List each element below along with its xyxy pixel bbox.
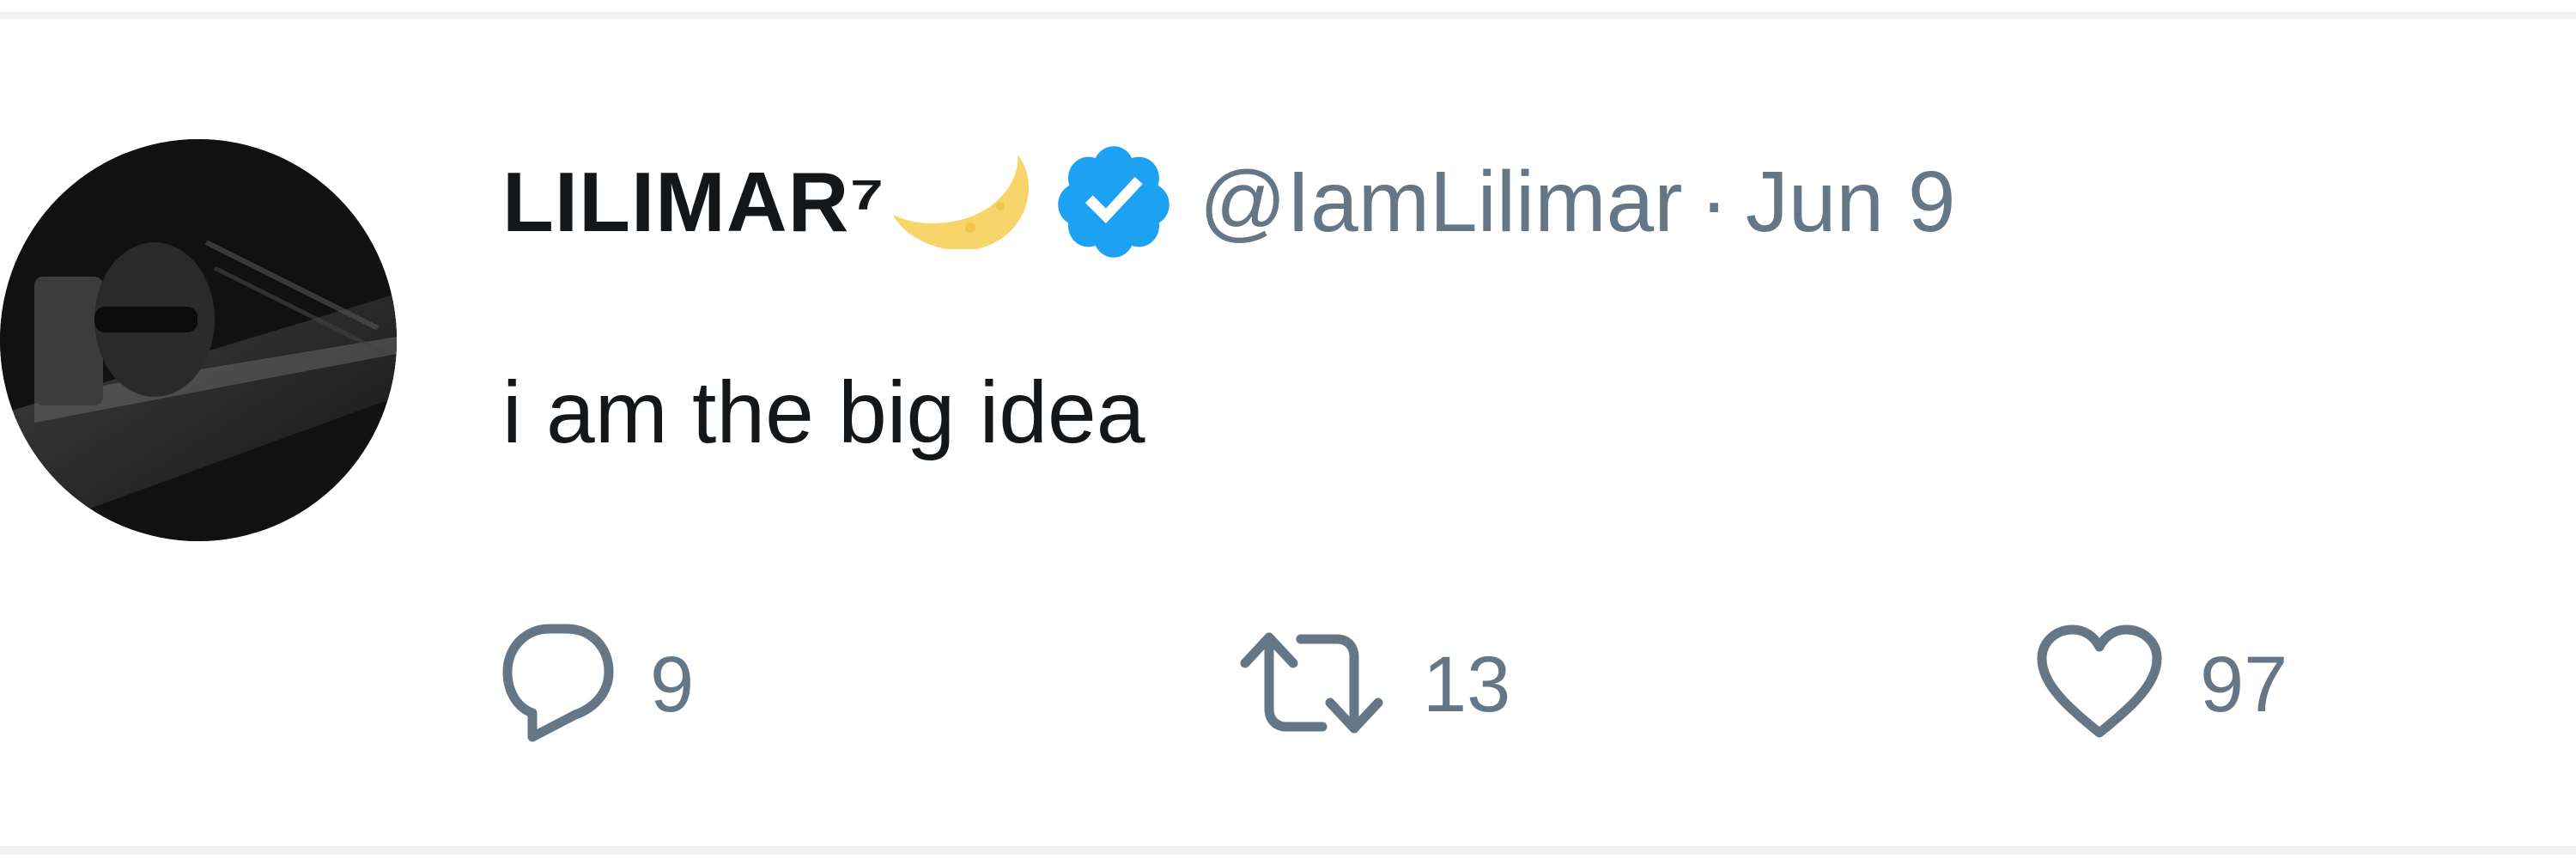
retweet-button[interactable]: 13 <box>1236 620 1510 749</box>
tweet-actions: 9 13 97 <box>502 620 2477 749</box>
retweet-icon <box>1236 627 1387 743</box>
top-divider <box>0 12 2576 19</box>
tweet-text: i am the big idea <box>502 363 1145 461</box>
reply-icon <box>502 618 614 752</box>
reply-button[interactable]: 9 <box>502 620 694 749</box>
bottom-divider <box>0 846 2576 855</box>
avatar[interactable] <box>0 139 397 541</box>
display-name[interactable]: LILIMAR⁷ <box>502 154 885 251</box>
tweet-date[interactable]: Jun 9 <box>1746 153 1956 252</box>
user-handle[interactable]: @IamLilimar <box>1200 153 1683 252</box>
page: LILIMAR⁷ @IamLilimar · Jun 9 i am the bi… <box>0 0 2576 859</box>
crescent-moon-icon <box>889 155 1043 251</box>
retweet-count: 13 <box>1423 640 1511 728</box>
like-count: 97 <box>2200 640 2288 728</box>
separator-dot: · <box>1699 153 1728 250</box>
reply-count: 9 <box>650 640 695 728</box>
tweet[interactable]: LILIMAR⁷ @IamLilimar · Jun 9 i am the bi… <box>0 19 2576 846</box>
like-button[interactable]: 97 <box>2035 620 2287 749</box>
verified-badge-icon <box>1050 138 1177 265</box>
tweet-header: LILIMAR⁷ @IamLilimar · Jun 9 <box>502 146 1956 258</box>
heart-icon <box>2035 623 2164 747</box>
